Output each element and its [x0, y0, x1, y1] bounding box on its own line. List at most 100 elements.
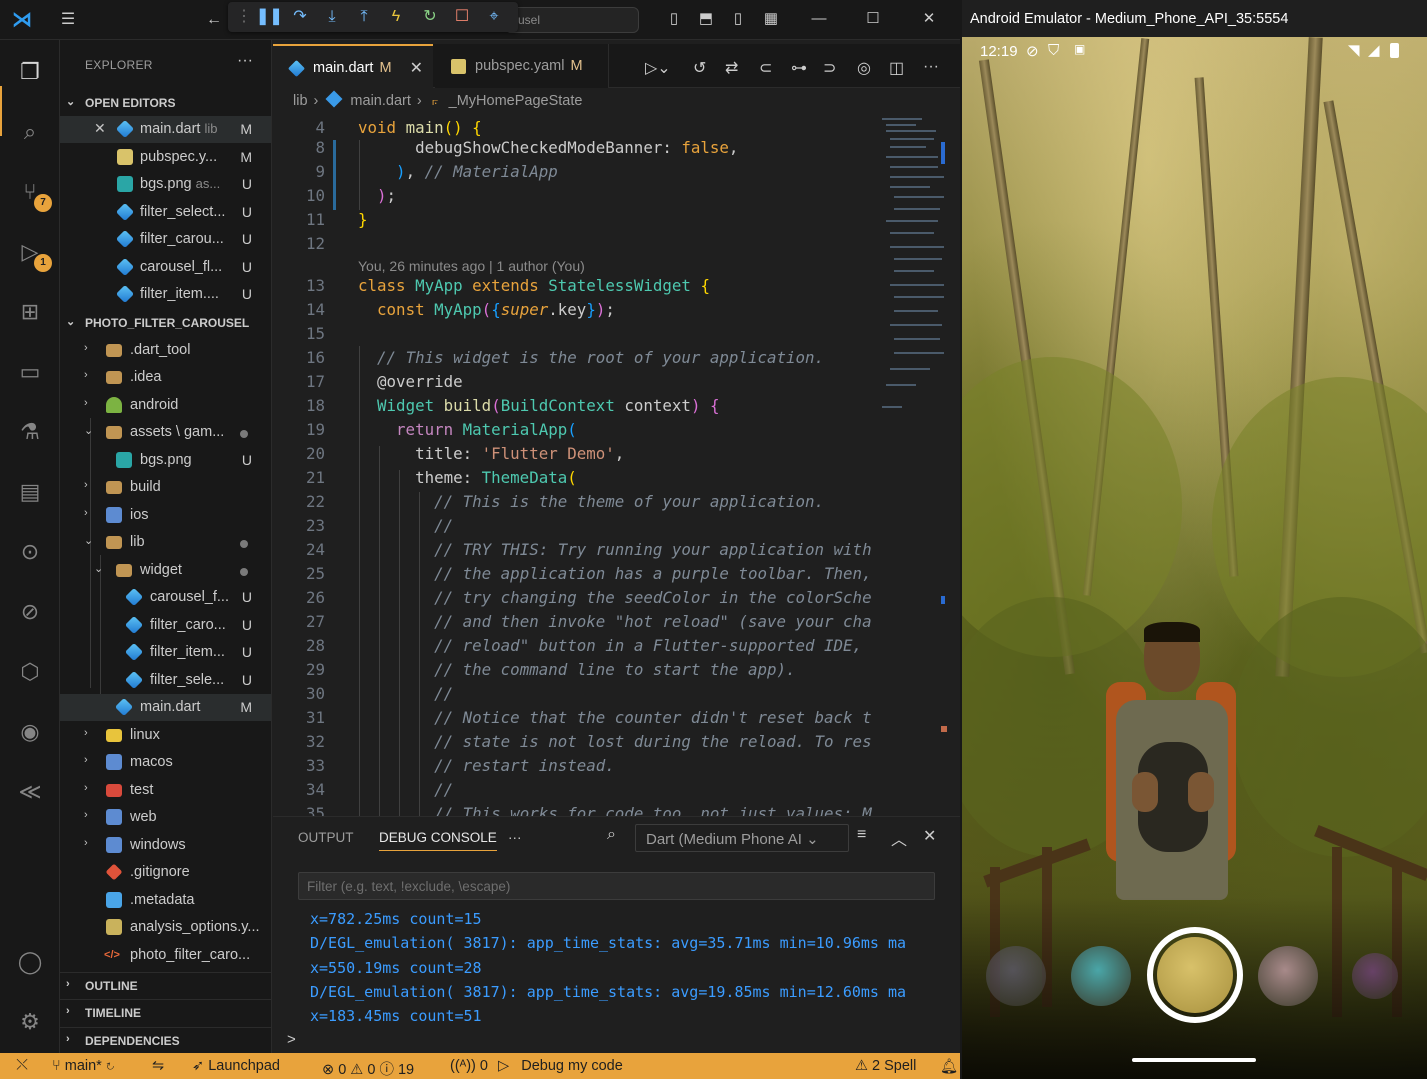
restart-icon[interactable]: ↻ [418, 5, 442, 29]
filter-swatch-5[interactable] [1352, 953, 1398, 999]
run-debug-icon[interactable]: ▷⌄ [645, 58, 671, 78]
tree-folder[interactable]: › .dart_tool [60, 337, 271, 364]
tree-folder[interactable]: ⌄ widget [60, 557, 271, 584]
timeline-header[interactable]: › TIMELINE [60, 999, 271, 1025]
filter-swatch-2[interactable] [1071, 946, 1131, 1006]
git-lens-icon[interactable]: ◎ [857, 58, 871, 78]
tree-folder[interactable]: › android [60, 392, 271, 419]
close-window-icon[interactable]: ✕ [918, 8, 940, 30]
open-editor-item[interactable]: pubspec.y... M [60, 144, 271, 171]
problems-status[interactable]: ⊗ 0 ⚠ 0 ⓘ 19 [322, 1058, 414, 1079]
split-editor-icon[interactable]: ◫ [889, 58, 904, 78]
maximize-panel-icon[interactable]: ︿ [891, 826, 907, 850]
previous-change-icon[interactable]: ⊂ [759, 58, 772, 78]
run-debug-icon[interactable]: ▷ 1 [12, 234, 52, 272]
tree-file[interactable]: filter_sele... U [60, 667, 271, 694]
breadcrumb-item[interactable]: main.dart [350, 93, 410, 109]
account-icon[interactable]: ◯ [12, 944, 48, 980]
open-editor-item[interactable]: ✕ main.dart lib M [60, 116, 271, 143]
tree-file[interactable]: filter_caro... U [60, 612, 271, 639]
open-editors-header[interactable]: ⌄ OPEN EDITORS [60, 90, 271, 116]
open-editor-item[interactable]: filter_select... U [60, 199, 271, 226]
tree-folder[interactable]: ⌄ assets \ gam... [60, 419, 271, 446]
more-actions-icon[interactable]: ··· [237, 52, 253, 70]
extensions-icon[interactable]: ⊞ [12, 294, 48, 330]
open-editor-item[interactable]: filter_item.... U [60, 281, 271, 308]
settings-gear-icon[interactable]: ⚙ [12, 1004, 48, 1040]
gesture-nav-handle[interactable] [1132, 1058, 1256, 1062]
back-arrow-icon[interactable]: ← [202, 8, 226, 32]
tab-pubspec-yaml[interactable]: pubspec.yaml M [435, 44, 609, 88]
outline-header[interactable]: › OUTLINE [60, 972, 271, 998]
tree-file[interactable]: .gitignore [60, 859, 271, 886]
toggle-sidebar-icon[interactable]: ▯ [663, 8, 685, 30]
history-icon[interactable]: ↺ [693, 58, 706, 78]
tree-file[interactable]: </> photo_filter_caro... [60, 942, 271, 969]
remote-explorer-icon[interactable]: ▭ [12, 354, 48, 390]
more-actions-icon[interactable]: ··· [923, 58, 939, 76]
hot-reload-icon[interactable]: ϟ [384, 5, 408, 29]
panel-more-icon[interactable]: ··· [508, 830, 522, 845]
open-editor-item[interactable]: bgs.png as... U [60, 171, 271, 198]
toggle-panel-icon[interactable]: ⬒ [695, 8, 717, 30]
next-change-icon[interactable]: ⊃ [823, 58, 836, 78]
tree-file[interactable]: analysis_options.y... [60, 914, 271, 941]
editor-scrollbar[interactable] [941, 116, 949, 816]
launchpad-status[interactable]: ➶ Launchpad [192, 1058, 280, 1074]
tab-main-dart[interactable]: main.dart M ✕ [273, 44, 433, 88]
tree-file[interactable]: bgs.png U [60, 447, 271, 474]
step-into-icon[interactable]: ⤓ [320, 5, 344, 29]
tree-folder[interactable]: › web [60, 804, 271, 831]
menu-icon[interactable]: ☰ [56, 8, 80, 32]
tree-file[interactable]: .metadata [60, 887, 271, 914]
open-editor-item[interactable]: carousel_fl... U [60, 254, 271, 281]
timeline-icon[interactable]: ⊘ [12, 594, 48, 630]
tree-folder[interactable]: › .idea [60, 364, 271, 391]
tree-folder[interactable]: › macos [60, 749, 271, 776]
tree-file-selected[interactable]: main.dart M [60, 694, 271, 721]
commit-icon[interactable]: ⊶ [791, 58, 807, 78]
toggle-secondary-sidebar-icon[interactable]: ▯ [727, 8, 749, 30]
selected-filter-swatch[interactable] [1157, 937, 1233, 1013]
minimize-icon[interactable]: — [808, 8, 830, 30]
tree-folder[interactable]: › ios [60, 502, 271, 529]
close-panel-icon[interactable]: ✕ [923, 826, 936, 846]
spell-status[interactable]: ⚠ 2 Spell [855, 1058, 916, 1074]
explorer-icon[interactable]: ❐ [12, 54, 48, 90]
breadcrumb-item[interactable]: lib [293, 93, 308, 109]
tree-folder[interactable]: › build [60, 474, 271, 501]
filter-swatch-4[interactable] [1258, 946, 1318, 1006]
search-icon[interactable]: ⌕ [12, 114, 48, 150]
close-editor-icon[interactable]: ✕ [94, 120, 106, 137]
debug-status[interactable]: ▷ Debug my code [498, 1058, 623, 1074]
search-icon[interactable]: ⌕ [607, 826, 616, 844]
compare-changes-icon[interactable]: ⇄ [725, 58, 738, 78]
branch-status[interactable]: ⑂ main* ↻ [52, 1058, 115, 1074]
pause-icon[interactable]: ❚❚ [256, 5, 283, 29]
close-tab-icon[interactable]: ✕ [410, 58, 423, 78]
ports-status[interactable]: ((ᴬ)) 0 [450, 1058, 488, 1074]
customize-layout-icon[interactable]: ▦ [760, 8, 782, 30]
devtools-icon[interactable]: ⌖ [482, 5, 506, 29]
code-editor[interactable]: 4 void main() { 8 debugShowCheckedModeBa… [273, 116, 893, 816]
phone-screen[interactable]: 12:19 ⊘ ⛉ ▣ ◥ ◢ [962, 37, 1427, 1079]
clear-console-icon[interactable]: ≡ [857, 826, 866, 844]
maximize-icon[interactable]: ☐ [862, 8, 884, 30]
remote-icon[interactable]: ⤬ [0, 1053, 44, 1079]
git-blame-codelens[interactable]: You, 26 minutes ago | 1 author (You) [358, 258, 585, 274]
tree-folder[interactable]: › linux [60, 722, 271, 749]
stop-icon[interactable]: ☐ [450, 5, 474, 29]
breadcrumb-item[interactable]: _MyHomePageState [449, 93, 583, 109]
debug-session-select[interactable]: Dart (Medium Phone AI ⌄ [635, 824, 849, 852]
drag-handle-icon[interactable]: ⋮ [232, 5, 256, 29]
source-control-icon[interactable]: ⑂ 7 [12, 174, 52, 212]
step-out-icon[interactable]: ⤒ [352, 5, 376, 29]
tree-file[interactable]: carousel_f... U [60, 584, 271, 611]
filter-swatch-1[interactable] [986, 946, 1046, 1006]
dependencies-header[interactable]: › DEPENDENCIES [60, 1027, 271, 1053]
testing-icon[interactable]: ⚗ [12, 414, 48, 450]
command-center[interactable]: usel [505, 7, 639, 33]
folder-icon[interactable]: ▤ [12, 474, 48, 510]
minimap[interactable] [880, 116, 948, 416]
tab-output[interactable]: OUTPUT [298, 830, 354, 845]
